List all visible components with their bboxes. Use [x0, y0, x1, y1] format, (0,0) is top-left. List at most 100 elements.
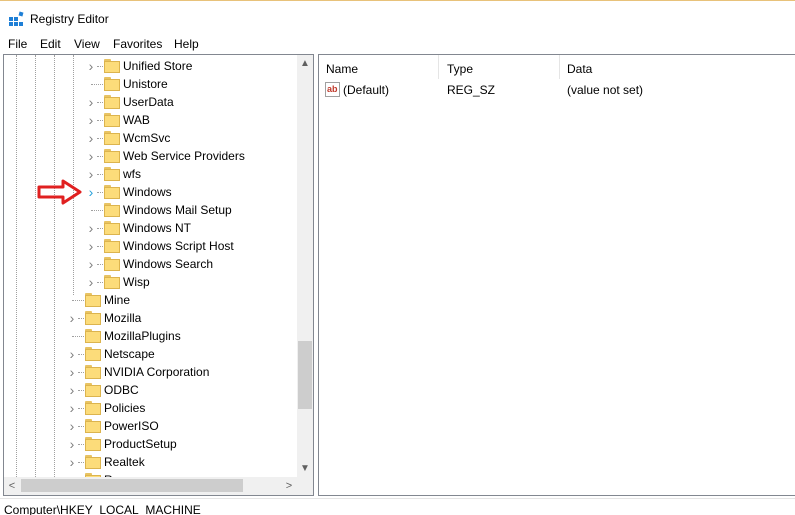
- tree-node[interactable]: › Windows NT: [4, 219, 294, 237]
- folder-icon: [85, 383, 101, 397]
- status-bar: Computer\HKEY_LOCAL_MACHINE: [0, 498, 795, 515]
- vertical-scroll-thumb[interactable]: [298, 341, 312, 409]
- tree-node[interactable]: › Windows Search: [4, 255, 294, 273]
- chevron-right-icon[interactable]: ›: [86, 59, 96, 73]
- tree-node[interactable]: › Netscape: [4, 345, 294, 363]
- tree-node[interactable]: › Windows Script Host: [4, 237, 294, 255]
- tree-node-label: ProductSetup: [104, 437, 177, 451]
- folder-icon: [104, 131, 120, 145]
- registry-editor-icon: [9, 11, 24, 26]
- chevron-right-icon[interactable]: ›: [86, 149, 96, 163]
- chevron-right-icon[interactable]: ›: [86, 185, 96, 199]
- tree-node[interactable]: › NVIDIA Corporation: [4, 363, 294, 381]
- red-arrow-icon: [37, 179, 82, 205]
- chevron-right-icon[interactable]: ›: [67, 455, 77, 469]
- tree-node-label: Unified Store: [123, 59, 193, 73]
- scrollbar-corner: [297, 477, 313, 495]
- column-header-data[interactable]: Data: [560, 55, 795, 79]
- tree-node[interactable]: MozillaPlugins: [4, 327, 294, 345]
- tree-node-label: ODBC: [104, 383, 139, 397]
- chevron-right-icon[interactable]: ›: [86, 275, 96, 289]
- tree-node[interactable]: Mine: [4, 291, 294, 309]
- chevron-right-icon[interactable]: ›: [86, 221, 96, 235]
- chevron-right-icon[interactable]: ›: [67, 365, 77, 379]
- menu-file[interactable]: File: [8, 37, 27, 51]
- tree-node-label: NVIDIA Corporation: [104, 365, 210, 379]
- registry-key-tree[interactable]: › Unified Store Unistore › UserData › WAB › WcmS…: [3, 54, 314, 496]
- tree-node-label: Wisp: [123, 275, 150, 289]
- folder-icon: [85, 347, 101, 361]
- column-header-name[interactable]: Name: [319, 55, 439, 79]
- tree-node[interactable]: › WcmSvc: [4, 129, 294, 147]
- folder-icon: [104, 239, 120, 253]
- tree-connector: [97, 120, 103, 121]
- tree-node-label: Windows Script Host: [123, 239, 234, 253]
- tree-connector: [97, 264, 103, 265]
- tree-horizontal-scrollbar[interactable]: < >: [4, 477, 297, 495]
- folder-icon: [104, 275, 120, 289]
- tree-node[interactable]: › Realtek: [4, 453, 294, 471]
- tree-node[interactable]: › UserData: [4, 93, 294, 111]
- value-data: (value not set): [567, 83, 644, 97]
- tree-connector: [97, 156, 103, 157]
- tree-node[interactable]: › ODBC: [4, 381, 294, 399]
- chevron-right-icon[interactable]: ›: [67, 401, 77, 415]
- column-header-type[interactable]: Type: [440, 55, 560, 79]
- tree-connector: [91, 84, 103, 85]
- registry-values-list[interactable]: Name Type Data ab (Default) REG_SZ (valu…: [318, 54, 795, 496]
- menu-view[interactable]: View: [74, 37, 100, 51]
- tree-node-label: UserData: [123, 95, 174, 109]
- tree-connector: [78, 390, 84, 391]
- value-type: REG_SZ: [447, 83, 496, 97]
- chevron-right-icon[interactable]: ›: [67, 419, 77, 433]
- horizontal-scroll-thumb[interactable]: [21, 479, 243, 492]
- tree-node[interactable]: › ProductSetup: [4, 435, 294, 453]
- chevron-right-icon[interactable]: ›: [86, 95, 96, 109]
- folder-icon: [104, 221, 120, 235]
- scroll-right-icon[interactable]: >: [281, 477, 297, 495]
- folder-icon: [85, 455, 101, 469]
- menu-bar: File Edit View Favorites Help: [0, 36, 795, 54]
- tree-node[interactable]: › PowerISO: [4, 417, 294, 435]
- tree-node[interactable]: › Policies: [4, 399, 294, 417]
- chevron-right-icon[interactable]: ›: [86, 257, 96, 271]
- tree-node[interactable]: › WAB: [4, 111, 294, 129]
- tree-node[interactable]: › Wisp: [4, 273, 294, 291]
- chevron-right-icon[interactable]: ›: [67, 383, 77, 397]
- folder-icon: [104, 59, 120, 73]
- tree-connector: [91, 210, 103, 211]
- scroll-down-icon[interactable]: ▼: [297, 460, 313, 477]
- tree-connector: [78, 426, 84, 427]
- folder-icon: [104, 257, 120, 271]
- menu-edit[interactable]: Edit: [40, 37, 61, 51]
- chevron-right-icon[interactable]: ›: [67, 311, 77, 325]
- chevron-right-icon[interactable]: ›: [67, 437, 77, 451]
- chevron-right-icon[interactable]: ›: [86, 167, 96, 181]
- folder-icon: [85, 401, 101, 415]
- chevron-right-icon[interactable]: ›: [67, 347, 77, 361]
- tree-node[interactable]: › Web Service Providers: [4, 147, 294, 165]
- tree-node[interactable]: Unistore: [4, 75, 294, 93]
- tree-vertical-scrollbar[interactable]: ▲ ▼: [297, 55, 313, 477]
- scroll-up-icon[interactable]: ▲: [297, 55, 313, 72]
- tree-connector: [78, 444, 84, 445]
- tree-connector: [97, 228, 103, 229]
- folder-icon: [85, 419, 101, 433]
- chevron-right-icon[interactable]: ›: [86, 239, 96, 253]
- folder-icon: [104, 149, 120, 163]
- tree-node[interactable]: › Mozilla: [4, 309, 294, 327]
- folder-icon: [85, 311, 101, 325]
- chevron-right-icon[interactable]: ›: [86, 131, 96, 145]
- menu-help[interactable]: Help: [174, 37, 199, 51]
- tree-node-label: Windows Search: [123, 257, 214, 271]
- menu-favorites[interactable]: Favorites: [113, 37, 162, 51]
- tree-connector: [97, 138, 103, 139]
- value-name[interactable]: (Default): [343, 83, 389, 97]
- folder-icon: [85, 293, 101, 307]
- folder-icon: [104, 113, 120, 127]
- tree-node[interactable]: › Unified Store: [4, 57, 294, 75]
- scroll-left-icon[interactable]: <: [4, 477, 20, 495]
- chevron-right-icon[interactable]: ›: [86, 113, 96, 127]
- tree-connector: [78, 318, 84, 319]
- tree-node-label: Mine: [104, 293, 131, 307]
